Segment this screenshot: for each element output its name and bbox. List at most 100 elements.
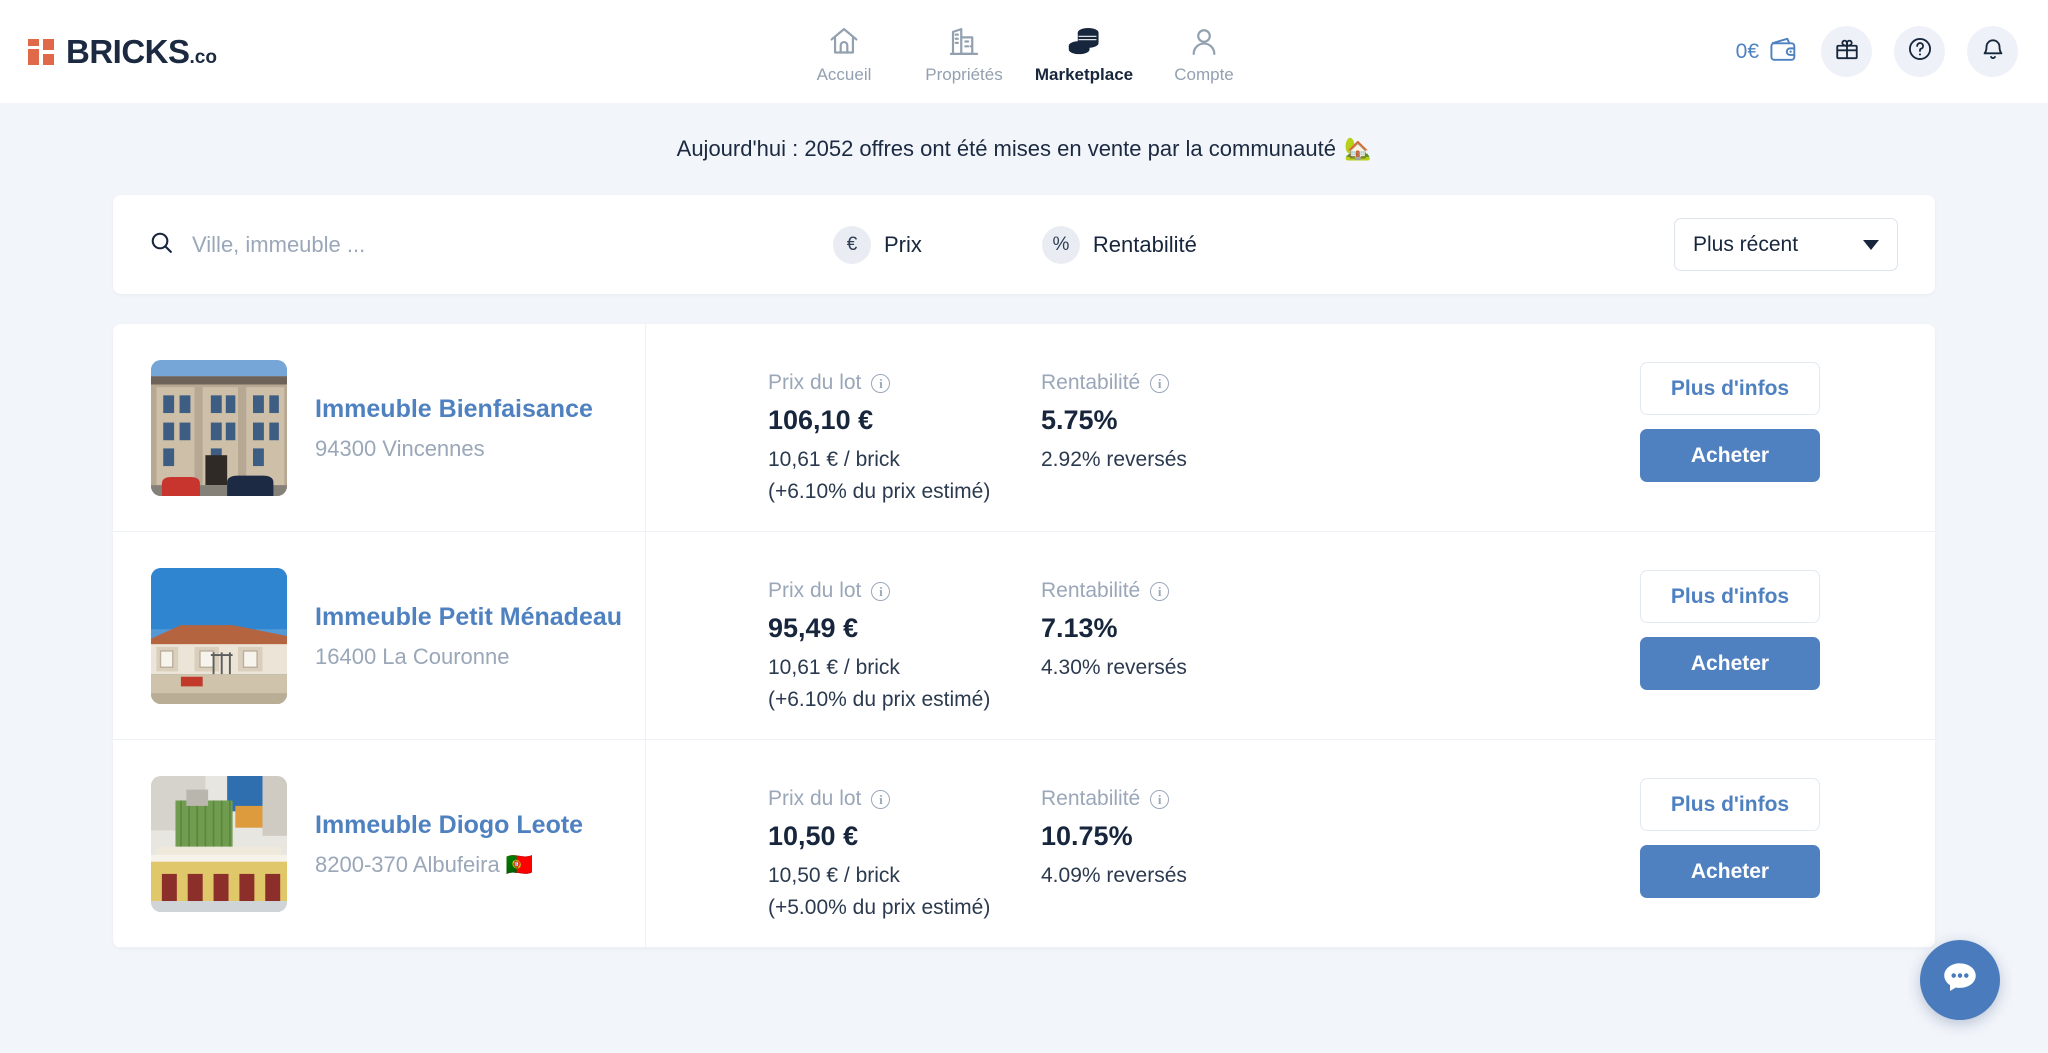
- listing-title[interactable]: Immeuble Petit Ménadeau: [315, 601, 622, 635]
- info-icon[interactable]: i: [1150, 373, 1170, 393]
- percent-icon: %: [1041, 225, 1080, 264]
- price-vs-estimate: (+6.10% du prix estimé): [768, 687, 991, 711]
- gift-button[interactable]: [1821, 26, 1872, 77]
- yield-header: Rentabilité i: [1041, 787, 1401, 811]
- nav-item-accueil[interactable]: Accueil: [784, 18, 904, 85]
- listing-yield-cell: Rentabilité i 10.75% 4.09% reversés: [1041, 740, 1401, 947]
- listing-actions: Plus d'infos Acheter: [1640, 324, 1935, 531]
- listing-thumbnail[interactable]: [151, 359, 287, 496]
- main-navigation: Accueil Propriétés Marketplace Compte: [784, 18, 1264, 85]
- table-row[interactable]: Immeuble Diogo Leote 8200-370 Albufeira …: [113, 740, 1935, 948]
- price-label: Prix du lot: [768, 579, 862, 602]
- brand-name: BRICKS.co: [66, 32, 217, 70]
- listing-actions: Plus d'infos Acheter: [1640, 740, 1935, 947]
- listing-property-info: Immeuble Bienfaisance 94300 Vincennes: [315, 393, 593, 462]
- help-button[interactable]: [1894, 26, 1945, 77]
- chevron-down-icon: [1863, 239, 1879, 250]
- chat-bubble-icon: [1939, 957, 1981, 1004]
- buy-button[interactable]: Acheter: [1640, 845, 1820, 898]
- listing-thumbnail[interactable]: [151, 775, 287, 912]
- table-row[interactable]: Immeuble Petit Ménadeau 16400 La Couronn…: [113, 532, 1935, 740]
- table-row[interactable]: Immeuble Bienfaisance 94300 Vincennes Pr…: [113, 324, 1935, 532]
- price-header: Prix du lot i: [768, 579, 1041, 603]
- search-area: [113, 230, 833, 260]
- listing-location: 94300 Vincennes: [315, 435, 485, 461]
- wallet-balance-value: 0€: [1735, 39, 1759, 63]
- brand-suffix: .co: [189, 46, 217, 68]
- filter-rentabilite-label: Rentabilité: [1092, 231, 1197, 257]
- nav-label-marketplace: Marketplace: [1034, 65, 1134, 84]
- info-icon[interactable]: i: [871, 373, 891, 393]
- wallet-icon: [1768, 35, 1799, 69]
- listing-yield-value: 10.75%: [1041, 821, 1133, 851]
- more-info-button[interactable]: Plus d'infos: [1640, 570, 1820, 623]
- search-input[interactable]: [192, 231, 833, 258]
- euro-icon: €: [833, 225, 871, 264]
- listing-title[interactable]: Immeuble Diogo Leote: [315, 809, 583, 843]
- gift-icon: [1834, 36, 1860, 67]
- wallet-balance[interactable]: 0€: [1736, 35, 1799, 69]
- listing-price-cell: Prix du lot i 10,50 € 10,50 € / brick (+…: [646, 740, 1041, 947]
- listing-title[interactable]: Immeuble Bienfaisance: [315, 393, 593, 427]
- price-header: Prix du lot i: [768, 787, 1041, 811]
- bell-icon: [1980, 36, 2006, 67]
- listing-property-info: Immeuble Petit Ménadeau 16400 La Couronn…: [315, 601, 622, 670]
- info-icon[interactable]: i: [1150, 581, 1170, 601]
- listing-price-value: 106,10 €: [768, 405, 874, 435]
- listing-price-value: 10,50 €: [768, 821, 859, 851]
- listing-property-cell: Immeuble Diogo Leote 8200-370 Albufeira …: [113, 740, 646, 947]
- yield-header: Rentabilité i: [1041, 371, 1401, 395]
- listing-location: 16400 La Couronne: [315, 643, 510, 669]
- listing-yield-value: 7.13%: [1041, 613, 1118, 643]
- price-label: Prix du lot: [768, 371, 862, 394]
- brand-logo[interactable]: BRICKS.co: [28, 33, 217, 71]
- listing-yield-cell: Rentabilité i 7.13% 4.30% reversés: [1041, 532, 1401, 739]
- banner-text: Aujourd'hui : 2052 offres ont été mises …: [676, 136, 1336, 161]
- house-emoji: 🏡: [1343, 136, 1372, 161]
- bricks-logo-icon: [28, 38, 56, 65]
- listings-container: Immeuble Bienfaisance 94300 Vincennes Pr…: [0, 294, 2048, 948]
- buildings-icon: [947, 18, 981, 58]
- more-info-button[interactable]: Plus d'infos: [1640, 362, 1820, 415]
- app-header: BRICKS.co Accueil Propriétés Marketplace…: [0, 0, 2048, 103]
- header-actions: 0€: [1736, 26, 2018, 77]
- listing-price-details: 10,61 € / brick (+6.10% du prix estimé): [768, 652, 1041, 715]
- chat-support-button[interactable]: [1920, 940, 2000, 1020]
- nav-label-accueil: Accueil: [816, 65, 872, 84]
- nav-label-compte: Compte: [1174, 65, 1234, 84]
- listing-price-cell: Prix du lot i 106,10 € 10,61 € / brick (…: [646, 324, 1041, 531]
- price-vs-estimate: (+6.10% du prix estimé): [768, 479, 991, 503]
- coins-stack-icon: [1066, 18, 1102, 58]
- filter-rentabilite[interactable]: % Rentabilité: [1041, 225, 1197, 264]
- price-label: Prix du lot: [768, 787, 862, 810]
- user-icon: [1187, 18, 1221, 58]
- listing-yield-cell: Rentabilité i 5.75% 2.92% reversés: [1041, 324, 1401, 531]
- info-icon[interactable]: i: [871, 789, 891, 809]
- nav-label-proprietes: Propriétés: [925, 65, 1003, 84]
- more-info-button[interactable]: Plus d'infos: [1640, 778, 1820, 831]
- price-vs-estimate: (+5.00% du prix estimé): [768, 895, 991, 919]
- listing-price-details: 10,50 € / brick (+5.00% du prix estimé): [768, 860, 1041, 923]
- filter-bar-container: € Prix % Rentabilité Plus récent: [0, 195, 2048, 294]
- sort-dropdown[interactable]: Plus récent: [1674, 218, 1898, 271]
- buy-button[interactable]: Acheter: [1640, 429, 1820, 482]
- listing-property-info: Immeuble Diogo Leote 8200-370 Albufeira …: [315, 809, 583, 878]
- listing-thumbnail[interactable]: [151, 567, 287, 704]
- buy-button[interactable]: Acheter: [1640, 637, 1820, 690]
- listing-yield-paid: 4.09% reversés: [1041, 864, 1187, 887]
- yield-label: Rentabilité: [1041, 579, 1141, 602]
- listing-yield-paid: 4.30% reversés: [1041, 656, 1187, 679]
- nav-item-proprietes[interactable]: Propriétés: [904, 18, 1024, 85]
- listing-location: 8200-370 Albufeira 🇵🇹: [315, 851, 534, 877]
- price-per-brick: 10,61 € / brick: [768, 448, 900, 471]
- info-icon[interactable]: i: [871, 581, 891, 601]
- nav-item-compte[interactable]: Compte: [1144, 18, 1264, 85]
- notifications-button[interactable]: [1967, 26, 2018, 77]
- listing-price-cell: Prix du lot i 95,49 € 10,61 € / brick (+…: [646, 532, 1041, 739]
- info-icon[interactable]: i: [1150, 789, 1170, 809]
- filter-prix[interactable]: € Prix: [833, 225, 922, 264]
- community-banner: Aujourd'hui : 2052 offres ont été mises …: [0, 103, 2048, 195]
- listing-price-details: 10,61 € / brick (+6.10% du prix estimé): [768, 444, 1041, 507]
- listings-table: Immeuble Bienfaisance 94300 Vincennes Pr…: [113, 324, 1935, 948]
- nav-item-marketplace[interactable]: Marketplace: [1024, 18, 1144, 85]
